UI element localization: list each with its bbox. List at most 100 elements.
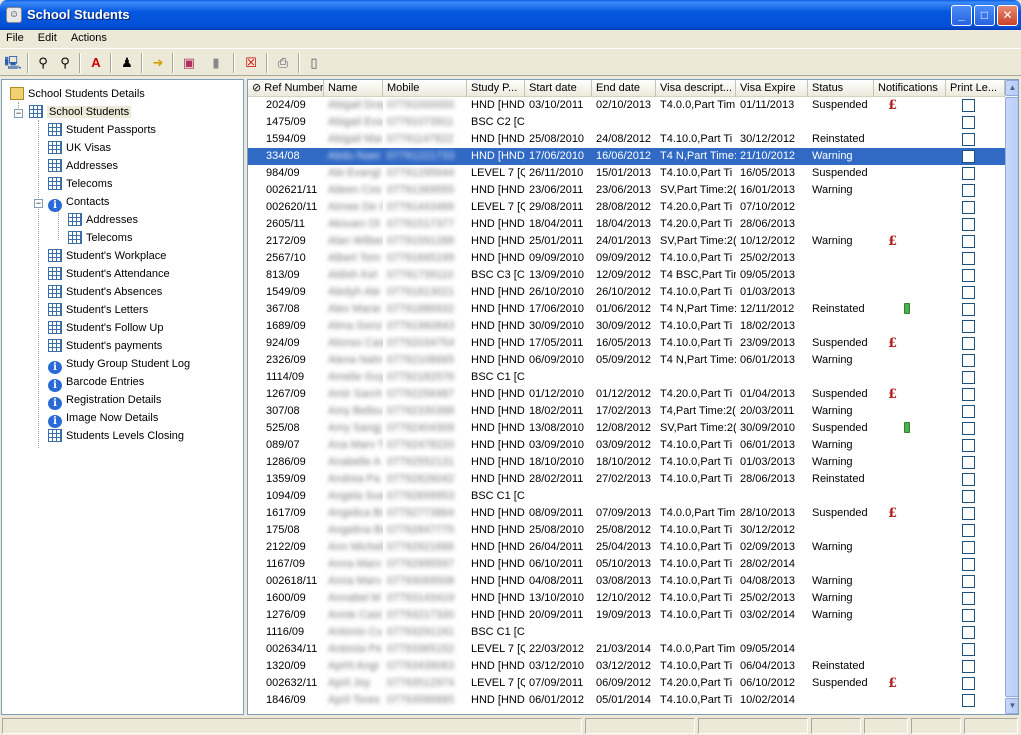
collapse-contacts[interactable]: − [34,199,43,208]
tree-item-uk-visas[interactable]: UK Visas [48,140,111,158]
table-row[interactable]: 175/08 HND [HND: 25/08/2010 25/08/2012 T4.10… [248,522,1005,539]
print-letter-checkbox[interactable] [962,354,975,367]
print-letter-checkbox[interactable] [962,269,975,282]
tree-item-addresses[interactable]: Addresses [48,158,118,176]
tree-item-follow-up[interactable]: Student's Follow Up [48,320,163,338]
table-row[interactable]: 1359/09 HND [HND: 28/02/2011 27/02/2013 T4.1… [248,471,1005,488]
table-row[interactable]: 002634/11 LEVEL 7 [Q 22/03/2012 21/03/2014 T… [248,641,1005,658]
tree-item-levels-closing[interactable]: Students Levels Closing [48,428,184,446]
binoculars-icon[interactable]: ⚲ [33,53,53,73]
table-row[interactable]: 924/09 HND [HND: 17/05/2011 16/05/2013 T4.10… [248,335,1005,352]
menu-edit[interactable]: Edit [32,30,62,44]
maximize-button[interactable]: □ [974,5,995,26]
table-row[interactable]: 2024/09 HND [HND] 03/10/2011 02/10/2013 T4.0… [248,97,1005,114]
tree-item-school-students[interactable]: School Students [29,104,132,122]
print-letter-checkbox[interactable] [962,694,975,707]
print-letter-checkbox[interactable] [962,490,975,503]
export-icon[interactable]: ➜ [148,53,168,73]
column-visa-expire[interactable]: Visa Expire [736,80,808,97]
column-ref-number[interactable]: ⊘ Ref Number [248,80,324,97]
table-row[interactable]: 1475/09 BSC C2 [Cc Abigail Eva 07791073911 [248,114,1005,131]
tree-item-study-group-log[interactable]: i Study Group Student Log [48,356,190,374]
tree-item-letters[interactable]: Student's Letters [48,302,148,320]
scroll-down-button[interactable]: ▼ [1005,698,1018,714]
tree-item-telecoms[interactable]: Telecoms [48,176,112,194]
print-letter-checkbox[interactable] [962,643,975,656]
collapse-school-students[interactable]: − [14,109,23,118]
table-row[interactable]: 1276/09 HND [HND: 20/09/2011 19/09/2013 T4.1… [248,607,1005,624]
tree-item-barcode-entries[interactable]: i Barcode Entries [48,374,144,392]
print-letter-checkbox[interactable] [962,575,975,588]
table-row[interactable]: 984/09 LEVEL 7 [Q 26/11/2010 15/01/2013 T4.1… [248,165,1005,182]
column-start-date[interactable]: Start date [525,80,592,97]
user-icon[interactable]: ♟ [117,53,137,73]
print-letter-checkbox[interactable] [962,303,975,316]
tree-item-contacts[interactable]: i Contacts [48,194,109,212]
table-row[interactable]: 1549/09 HND [HND: 26/10/2010 26/10/2012 T4.1… [248,284,1005,301]
tree-root[interactable]: School Students Details [10,86,145,104]
print-letter-checkbox[interactable] [962,558,975,571]
tree-item-attendance[interactable]: Student's Attendance [48,266,170,284]
menu-actions[interactable]: Actions [65,30,112,44]
column-print-letters[interactable]: Print Le... [946,80,1005,97]
tree-item-payments[interactable]: Student's payments [48,338,162,356]
report-icon[interactable]: ▣ [179,53,199,73]
tree-item-contacts-addresses[interactable]: Addresses [68,212,138,230]
tree-item-absences[interactable]: Student's Absences [48,284,162,302]
print-letter-checkbox[interactable] [962,337,975,350]
table-row[interactable]: 002618/11 HND [HND: 04/08/2011 03/08/2013 T4… [248,573,1005,590]
scroll-thumb[interactable] [1005,97,1018,697]
print-letter-checkbox[interactable] [962,286,975,299]
table-row[interactable]: 002621/11 HND [HND: 23/06/2011 23/06/2013 SV… [248,182,1005,199]
table-row[interactable]: 1094/09 BSC C1 [Cc Angela Sue 07792699953 [248,488,1005,505]
close-button[interactable]: ✕ [997,5,1018,26]
print-letter-checkbox[interactable] [962,133,975,146]
binoculars-next-icon[interactable]: ⚲ [55,53,75,73]
app-icon[interactable]: ☺ [6,7,22,23]
column-mobile[interactable]: Mobile [383,80,467,97]
table-row[interactable]: 2172/09 HND [HND: 25/01/2011 24/01/2013 SV,P… [248,233,1005,250]
print-letter-checkbox[interactable] [962,439,975,452]
table-row[interactable]: 1267/09 HND [HND: 01/12/2010 01/12/2012 T4.2… [248,386,1005,403]
cancel-icon[interactable]: ☒ [241,53,261,73]
column-notifications[interactable]: Notifications [874,80,946,97]
print-letter-checkbox[interactable] [962,184,975,197]
print-letter-checkbox[interactable] [962,150,975,163]
table-row[interactable]: 367/08 HND [HND] 17/06/2010 01/06/2012 T4 N,… [248,301,1005,318]
minimize-button[interactable]: _ [951,5,972,26]
table-row[interactable]: 1846/09 HND [HND: 06/01/2012 05/01/2014 T4.1… [248,692,1005,709]
tree-item-contacts-telecoms[interactable]: Telecoms [68,230,132,248]
scroll-up-button[interactable]: ▲ [1005,80,1018,96]
print-letter-checkbox[interactable] [962,609,975,622]
table-row[interactable]: 1116/09 BSC C1 [Cc Antonio Cu 07793291241 [248,624,1005,641]
printer-icon[interactable]: ⎙ [273,53,293,73]
print-letter-checkbox[interactable] [962,422,975,435]
print-letter-checkbox[interactable] [962,320,975,333]
table-row[interactable]: 1167/09 HND [HND: 06/10/2011 05/10/2013 T4.1… [248,556,1005,573]
tree-item-registration-details[interactable]: i Registration Details [48,392,161,410]
column-study-p[interactable]: Study P... [467,80,525,97]
menu-file[interactable]: File [0,30,29,44]
computer-icon[interactable]: 🖳 [3,53,23,73]
column-visa-description[interactable]: Visa descript... [656,80,736,97]
table-row[interactable]: 1689/09 HND [HND: 30/09/2010 30/09/2012 T4.1… [248,318,1005,335]
column-name[interactable]: Name [324,80,383,97]
print-letter-checkbox[interactable] [962,626,975,639]
print-letter-checkbox[interactable] [962,677,975,690]
print-letter-checkbox[interactable] [962,507,975,520]
print-letter-checkbox[interactable] [962,371,975,384]
column-status[interactable]: Status [808,80,874,97]
table-row[interactable]: 813/09 BSC C3 [Cc 13/09/2010 12/09/2012 T4 B… [248,267,1005,284]
print-letter-checkbox[interactable] [962,456,975,469]
table-row[interactable]: 1600/09 HND [HND: 13/10/2010 12/10/2012 T4.1… [248,590,1005,607]
print-letter-checkbox[interactable] [962,218,975,231]
table-row[interactable]: 1617/09 HND [HND: 08/09/2011 07/09/2013 T4.0… [248,505,1005,522]
print-letter-checkbox[interactable] [962,388,975,401]
table-row[interactable]: 002620/11 LEVEL 7 [Q 29/08/2011 28/08/2012 T… [248,199,1005,216]
print-letter-checkbox[interactable] [962,252,975,265]
tree-item-workplace[interactable]: Student's Workplace [48,248,166,266]
print-letter-checkbox[interactable] [962,524,975,537]
table-row[interactable]: 2122/09 HND [HND: 26/04/2011 25/04/2013 T4.1… [248,539,1005,556]
table-row[interactable]: 1320/09 HND [HND: 03/12/2010 03/12/2012 T4.1… [248,658,1005,675]
table-row[interactable]: 2567/10 HND [HND: 09/09/2010 09/09/2012 T4.1… [248,250,1005,267]
